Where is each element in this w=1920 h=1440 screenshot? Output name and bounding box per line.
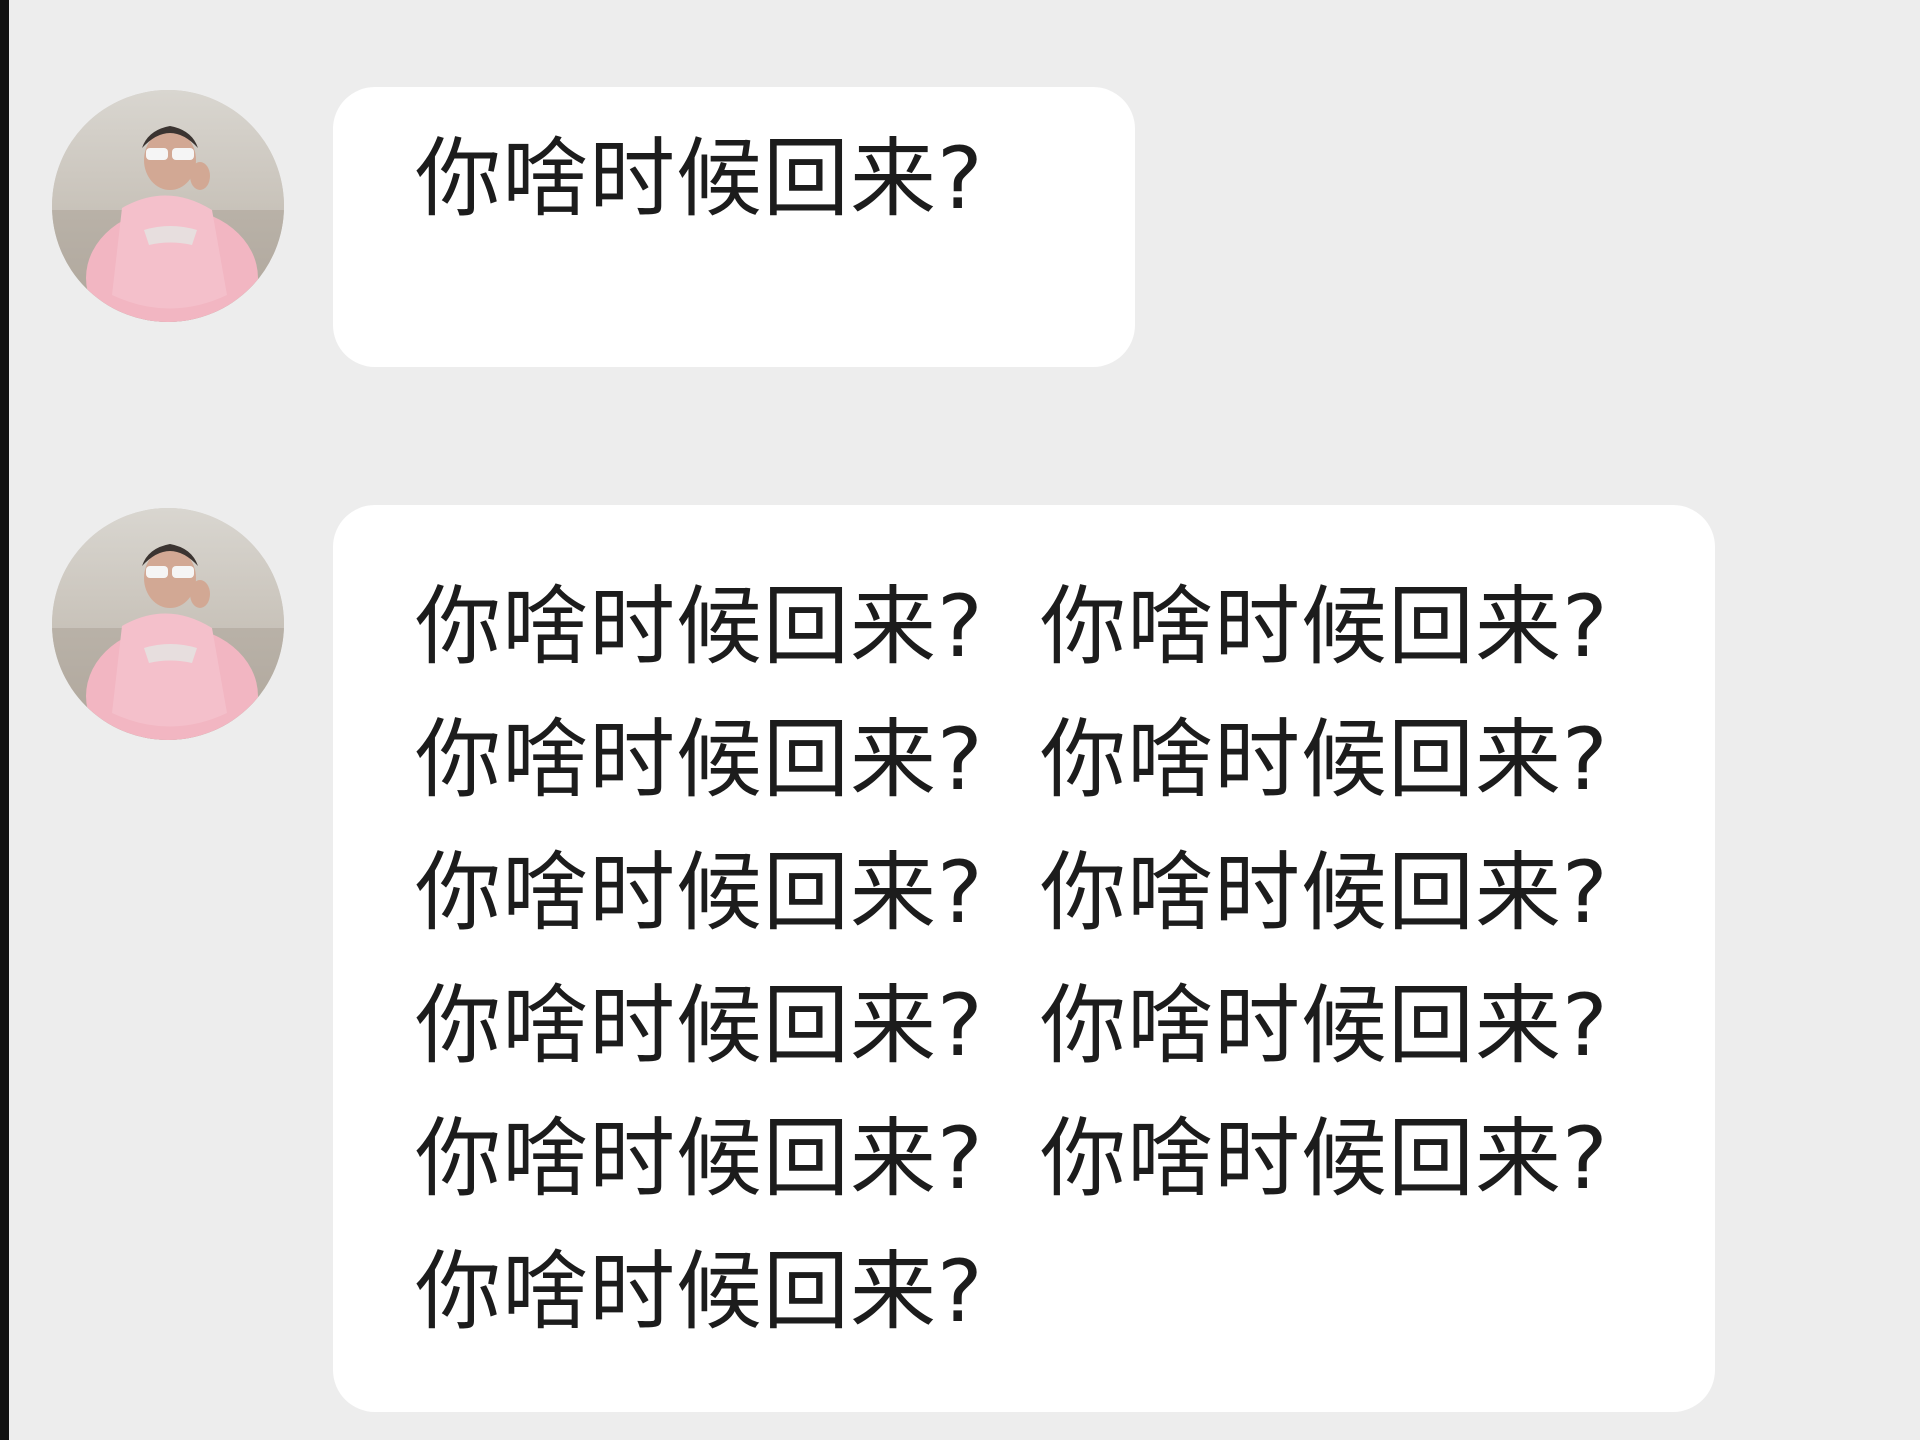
message-text: 你啥时候回来?: [1040, 1109, 1609, 1209]
message-text: 你啥时候回来?: [415, 1242, 984, 1342]
avatar-photo: [52, 508, 284, 740]
message-text: 你啥时候回来?: [415, 843, 984, 943]
message-line: 你啥时候回来? 你啥时候回来?: [415, 694, 1655, 827]
message-text: 你啥时候回来?: [1040, 577, 1609, 677]
message-line: 你啥时候回来? 你啥时候回来?: [415, 827, 1655, 960]
message-text: 你啥时候回来?: [415, 976, 984, 1076]
message-text: 你啥时候回来?: [1040, 976, 1609, 1076]
avatar-photo: [52, 90, 284, 322]
avatar[interactable]: [52, 508, 284, 740]
message-line: 你啥时候回来?: [415, 1226, 1655, 1359]
message-text: 你啥时候回来?: [415, 710, 984, 810]
left-edge-divider: [0, 0, 9, 1440]
avatar[interactable]: [52, 90, 284, 322]
message-text: 你啥时候回来?: [415, 577, 984, 677]
message-text: 你啥时候回来?: [415, 129, 984, 229]
message-line: 你啥时候回来? 你啥时候回来?: [415, 1093, 1655, 1226]
message-line: 你啥时候回来? 你啥时候回来?: [415, 561, 1655, 694]
message-bubble[interactable]: 你啥时候回来?: [333, 87, 1135, 367]
message-text: 你啥时候回来?: [1040, 843, 1609, 943]
message-bubble[interactable]: 你啥时候回来? 你啥时候回来? 你啥时候回来? 你啥时候回来? 你啥时候回来? 你啥时…: [333, 505, 1715, 1412]
message-text: 你啥时候回来?: [415, 1109, 984, 1209]
message-line: 你啥时候回来? 你啥时候回来?: [415, 960, 1655, 1093]
message-text: 你啥时候回来?: [1040, 710, 1609, 810]
